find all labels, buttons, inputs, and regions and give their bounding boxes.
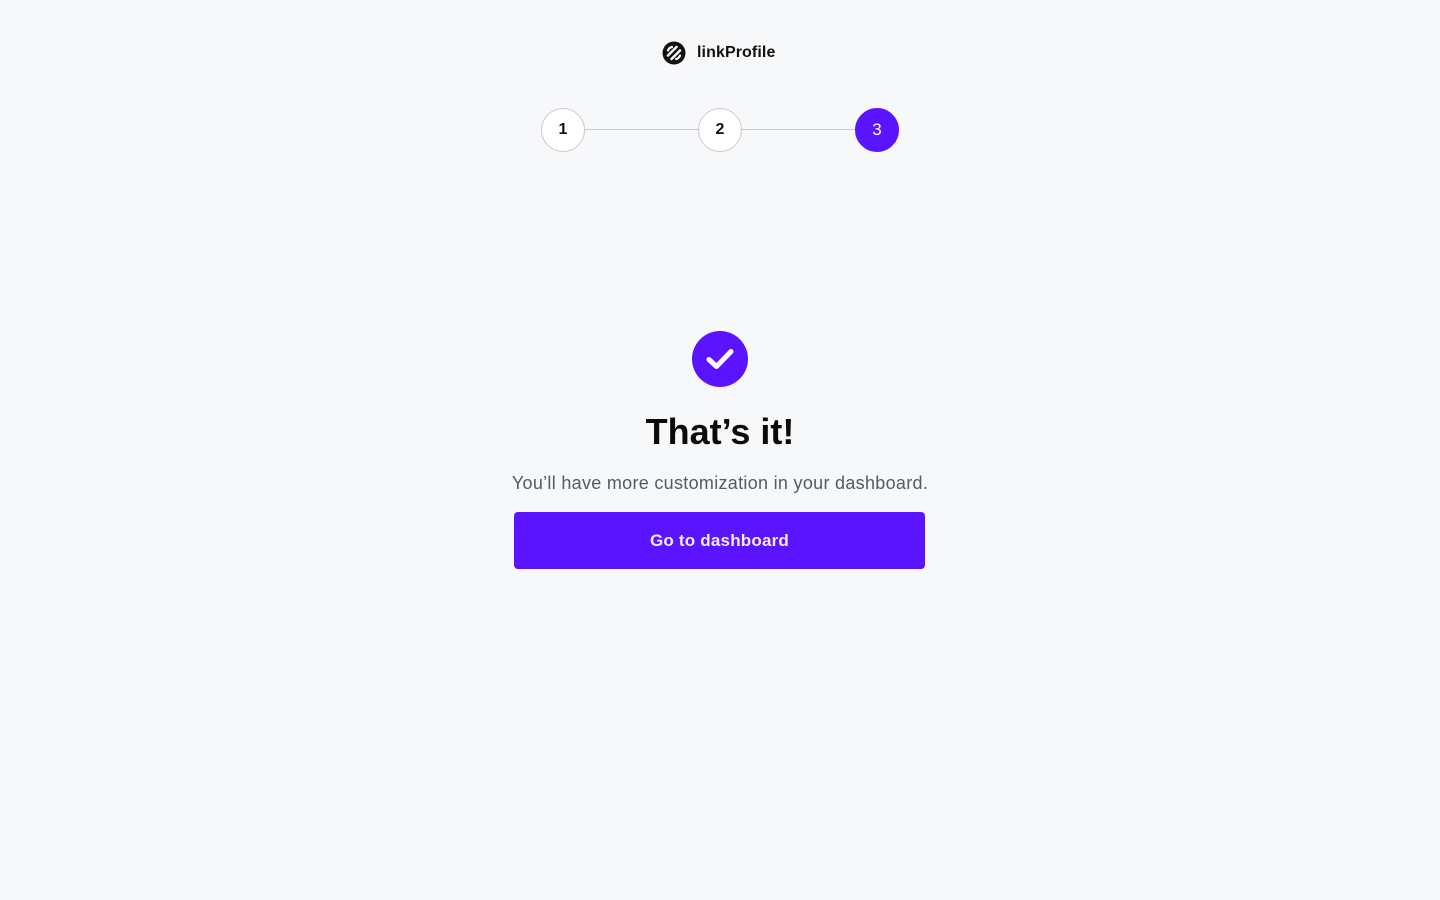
step-1[interactable]: 1 bbox=[541, 108, 585, 152]
step-connector bbox=[742, 129, 855, 130]
onboarding-complete-page: linkProfile 1 2 3 That’s it! You’ll have… bbox=[0, 0, 1440, 900]
step-2[interactable]: 2 bbox=[698, 108, 742, 152]
go-to-dashboard-button[interactable]: Go to dashboard bbox=[514, 512, 925, 569]
step-3-active[interactable]: 3 bbox=[855, 108, 899, 152]
page-title: That’s it! bbox=[645, 411, 795, 452]
brand[interactable]: linkProfile bbox=[662, 40, 775, 66]
step-connector bbox=[585, 129, 698, 130]
page-subtitle: You’ll have more customization in your d… bbox=[511, 473, 929, 493]
check-icon bbox=[706, 349, 734, 369]
link-logo-icon bbox=[662, 41, 686, 65]
check-circle-icon bbox=[692, 331, 748, 387]
brand-name: linkProfile bbox=[697, 44, 776, 61]
progress-stepper: 1 2 3 bbox=[541, 108, 899, 152]
